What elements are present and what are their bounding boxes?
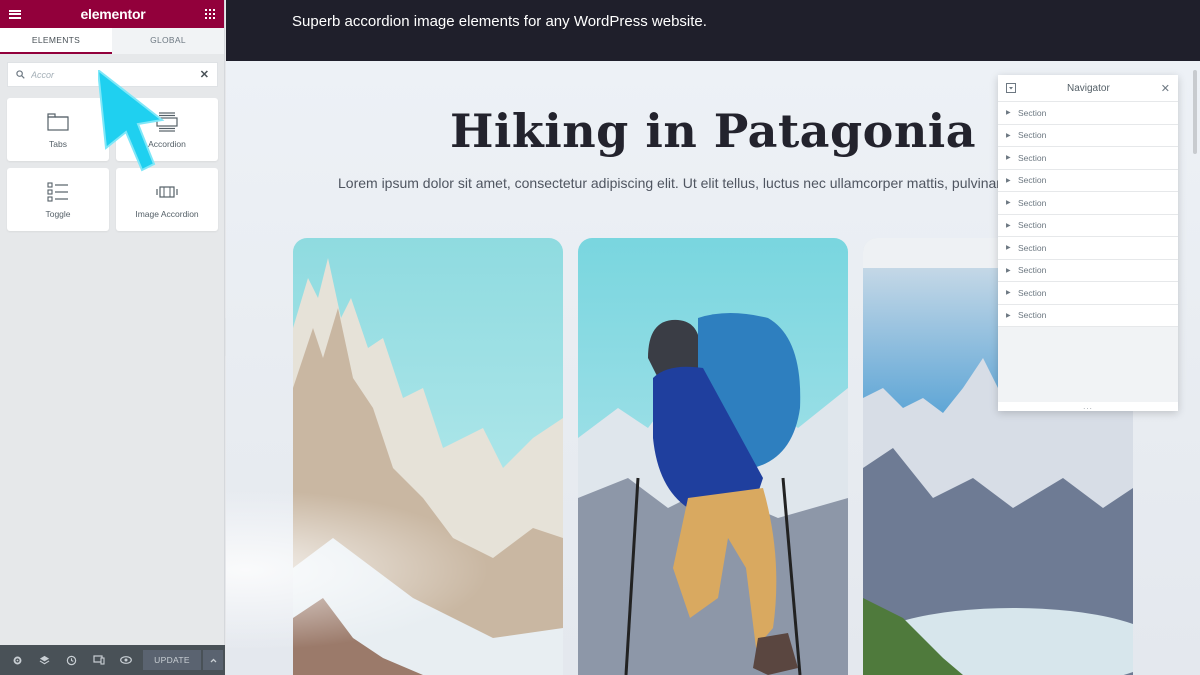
navigator-item-section[interactable]: ▶ Section bbox=[998, 237, 1178, 260]
settings-gear-icon[interactable] bbox=[4, 645, 31, 675]
navigator-item-section[interactable]: ▶ Section bbox=[998, 124, 1178, 147]
navigator-list: ▶ Section ▶ Section ▶ Section ▶ Section ▶ Sec… bbox=[998, 102, 1178, 327]
navigator-item-label: Section bbox=[1018, 242, 1047, 253]
update-button[interactable]: UPDATE bbox=[143, 650, 201, 670]
search-input[interactable] bbox=[31, 69, 200, 80]
caret-right-icon: ▶ bbox=[1006, 267, 1011, 274]
widget-label: Image Accordion bbox=[135, 208, 199, 219]
layers-icon[interactable] bbox=[31, 645, 58, 675]
clear-search-icon[interactable]: ✕ bbox=[200, 68, 209, 81]
widget-image-accordion[interactable]: Image Accordion bbox=[116, 168, 218, 231]
navigator-item-label: Section bbox=[1018, 287, 1047, 298]
toggle-icon bbox=[47, 181, 68, 202]
widget-tabs[interactable]: Tabs bbox=[7, 98, 109, 161]
navigator-item-section[interactable]: ▶ Section bbox=[998, 304, 1178, 327]
caret-right-icon: ▶ bbox=[1006, 200, 1011, 207]
navigator-resize-handle[interactable]: ... bbox=[998, 402, 1178, 411]
caret-right-icon: ▶ bbox=[1006, 312, 1011, 319]
navigator-item-section[interactable]: ▶ Section bbox=[998, 147, 1178, 170]
tab-elements[interactable]: ELEMENTS bbox=[0, 28, 112, 54]
caret-right-icon: ▶ bbox=[1006, 245, 1011, 252]
widget-label: Toggle bbox=[45, 208, 71, 219]
mountain-photo bbox=[293, 238, 563, 675]
panel-footer: UPDATE bbox=[0, 645, 225, 675]
tabs-icon bbox=[47, 112, 69, 131]
navigator-item-label: Section bbox=[1018, 265, 1047, 276]
navigator-item-section[interactable]: ▶ Section bbox=[998, 102, 1178, 125]
navigator-item-label: Section bbox=[1018, 175, 1047, 186]
widget-label: Accordion bbox=[148, 138, 186, 149]
top-banner: Superb accordion image elements for any … bbox=[226, 0, 1200, 61]
preview-eye-icon[interactable] bbox=[112, 645, 139, 675]
caret-right-icon: ▶ bbox=[1006, 222, 1011, 229]
navigator-item-section[interactable]: ▶ Section bbox=[998, 282, 1178, 305]
close-icon[interactable]: ✕ bbox=[1161, 82, 1170, 95]
navigator-panel: Navigator ✕ ▶ Section ▶ Section ▶ Section ▶… bbox=[998, 75, 1178, 411]
search-icon bbox=[16, 70, 25, 79]
caret-right-icon: ▶ bbox=[1006, 177, 1011, 184]
panel-header: elementor bbox=[0, 0, 224, 28]
navigator-header[interactable]: Navigator ✕ bbox=[998, 75, 1178, 102]
navigator-item-label: Section bbox=[1018, 310, 1047, 321]
hamburger-menu-icon[interactable] bbox=[9, 9, 21, 19]
image-card-mountains[interactable] bbox=[293, 238, 563, 675]
widget-grid: Tabs Accordion Toggle Image Accordion bbox=[7, 98, 218, 231]
navigator-item-section[interactable]: ▶ Section bbox=[998, 259, 1178, 282]
tab-global[interactable]: GLOBAL bbox=[112, 28, 224, 54]
banner-tagline: Superb accordion image elements for any … bbox=[292, 13, 707, 30]
navigator-item-section[interactable]: ▶ Section bbox=[998, 169, 1178, 192]
navigator-item-section[interactable]: ▶ Section bbox=[998, 192, 1178, 215]
navigator-item-label: Section bbox=[1018, 197, 1047, 208]
hiker-photo bbox=[578, 238, 848, 675]
elementor-panel: elementor ELEMENTS GLOBAL ✕ Tabs Accordi… bbox=[0, 0, 225, 675]
navigator-item-label: Section bbox=[1018, 130, 1047, 141]
page-scrollbar[interactable] bbox=[1193, 70, 1197, 154]
navigator-item-label: Section bbox=[1018, 220, 1047, 231]
navigator-item-section[interactable]: ▶ Section bbox=[998, 214, 1178, 237]
image-card-hiker[interactable] bbox=[578, 238, 848, 675]
update-options-chevron-up-icon[interactable] bbox=[203, 650, 223, 670]
caret-right-icon: ▶ bbox=[1006, 110, 1011, 117]
collapse-all-icon[interactable] bbox=[1006, 83, 1016, 93]
panel-tabs: ELEMENTS GLOBAL bbox=[0, 28, 224, 54]
page-subtitle: Lorem ipsum dolor sit amet, consectetur … bbox=[338, 175, 1001, 191]
caret-right-icon: ▶ bbox=[1006, 132, 1011, 139]
navigator-title: Navigator bbox=[1066, 82, 1110, 94]
navigator-item-label: Section bbox=[1018, 152, 1047, 163]
image-accordion-icon bbox=[156, 185, 178, 198]
widget-toggle[interactable]: Toggle bbox=[7, 168, 109, 231]
accordion-icon bbox=[156, 111, 178, 132]
elementor-logo: elementor bbox=[80, 6, 146, 22]
history-icon[interactable] bbox=[58, 645, 85, 675]
navigator-item-label: Section bbox=[1018, 107, 1047, 118]
widget-accordion[interactable]: Accordion bbox=[116, 98, 218, 161]
widget-label: Tabs bbox=[49, 138, 67, 149]
responsive-mode-icon[interactable] bbox=[85, 645, 112, 675]
widget-search: ✕ bbox=[7, 62, 218, 87]
caret-right-icon: ▶ bbox=[1006, 155, 1011, 162]
grid-apps-icon[interactable] bbox=[205, 9, 215, 19]
caret-right-icon: ▶ bbox=[1006, 290, 1011, 297]
